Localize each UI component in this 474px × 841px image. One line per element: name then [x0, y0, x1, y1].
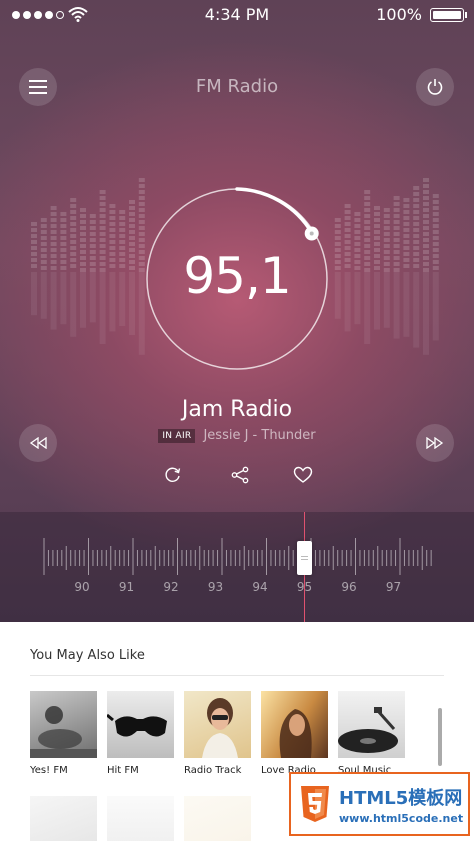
station-card-soul-music[interactable]: Soul Music: [338, 691, 405, 776]
tuner-label: 90: [74, 580, 90, 594]
station-thumbnail: [184, 796, 251, 841]
station-thumbnail: [107, 691, 174, 758]
station-card-hit-fm[interactable]: Hit FM: [107, 691, 174, 776]
suggestions-scrollbar[interactable]: [438, 708, 442, 766]
station-card-radio-track[interactable]: Radio Track: [184, 691, 251, 776]
station-thumbnail: [107, 796, 174, 841]
station-card-row2[interactable]: [184, 796, 251, 841]
station-thumbnail: [30, 796, 97, 841]
suggestions-title: You May Also Like: [30, 648, 145, 663]
watermark-brand: HTML5模板网: [339, 787, 463, 809]
tuner-label: 94: [252, 580, 268, 594]
station-thumbnail: [30, 691, 97, 758]
tuner-knob[interactable]: [297, 541, 312, 575]
watermark-logo: HTML5模板网 www.html5code.net: [289, 772, 470, 836]
tuner-label: 97: [385, 580, 402, 594]
tuner-scale[interactable]: [0, 0, 474, 622]
html5-shield-icon: [301, 786, 329, 822]
station-card-label: Hit FM: [107, 765, 139, 776]
station-thumbnail: [338, 691, 405, 758]
station-thumbnail: [261, 691, 328, 758]
suggestions-divider: [30, 675, 444, 676]
station-card-love-radio[interactable]: Love Radio: [261, 691, 328, 776]
watermark-url: www.html5code.net: [339, 811, 464, 825]
station-card-row2[interactable]: [30, 796, 97, 841]
player-panel: 95,1 4:34 PM 100% FM Radio Jam Radio IN …: [0, 0, 474, 622]
tuner-label: 93: [207, 580, 224, 594]
station-card-row2[interactable]: [107, 796, 174, 841]
station-card-yes-fm[interactable]: Yes! FM: [30, 691, 97, 776]
tuner-label: 92: [163, 580, 179, 594]
tuner-label: 96: [341, 580, 357, 594]
tuner-label: 91: [118, 580, 135, 594]
station-thumbnail: [184, 691, 251, 758]
station-card-label: Radio Track: [184, 765, 242, 776]
station-card-label: Yes! FM: [30, 765, 68, 776]
